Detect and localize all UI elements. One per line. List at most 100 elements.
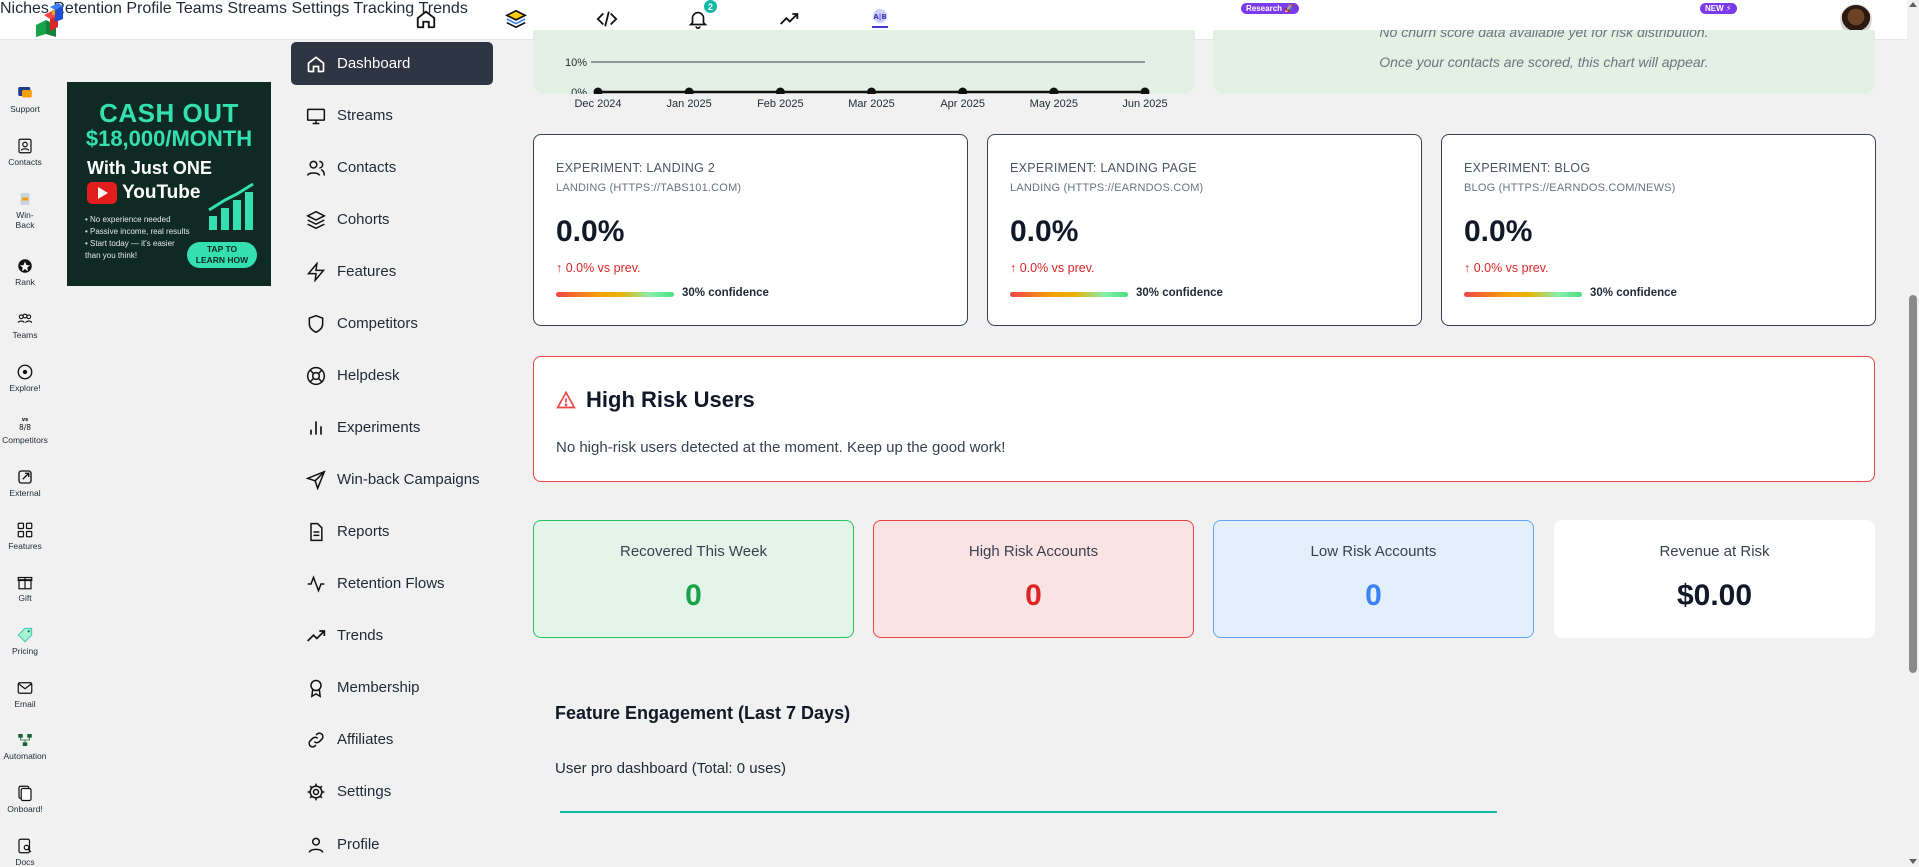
stat-low-risk-accounts: Low Risk Accounts 0 bbox=[1213, 520, 1534, 638]
file-icon bbox=[305, 521, 327, 543]
rail-competitors[interactable]: vs 8/8 Competitors bbox=[0, 415, 50, 445]
lifebuoy-icon bbox=[305, 365, 327, 387]
flow-icon bbox=[18, 734, 32, 746]
nav-helpdesk[interactable]: Helpdesk bbox=[291, 354, 493, 397]
nav-contacts[interactable]: Contacts bbox=[291, 146, 493, 189]
rail-features[interactable]: Features bbox=[0, 521, 50, 551]
nav-reports[interactable]: Reports bbox=[291, 510, 493, 553]
experiment-card[interactable]: EXPERIMENT: LANDING PAGE LANDING (HTTPS:… bbox=[987, 134, 1422, 326]
nav-competitors[interactable]: Competitors bbox=[291, 302, 493, 345]
x-tick-label: Feb 2025 bbox=[757, 98, 804, 110]
experiment-title: EXPERIMENT: LANDING PAGE bbox=[1010, 161, 1197, 175]
rail-external[interactable]: External bbox=[0, 468, 50, 498]
ab-test-icon[interactable]: A|B bbox=[867, 6, 893, 32]
svg-text:8/8: 8/8 bbox=[19, 423, 31, 432]
feature-engagement-subtitle: User pro dashboard (Total: 0 uses) bbox=[555, 760, 786, 777]
data-point bbox=[684, 87, 694, 94]
trend-icon[interactable] bbox=[776, 6, 802, 32]
nav-membership[interactable]: Membership bbox=[291, 666, 493, 709]
stat-recovered-this-week: Recovered This Week 0 bbox=[533, 520, 854, 638]
layers-icon[interactable] bbox=[503, 6, 529, 32]
stat-label: High Risk Accounts bbox=[968, 543, 1099, 560]
high-risk-message: No high-risk users detected at the momen… bbox=[556, 439, 1006, 456]
rail-contacts[interactable]: Contacts bbox=[0, 137, 50, 167]
nav-settings[interactable]: Settings bbox=[291, 0, 349, 17]
experiment-subtitle: LANDING (HTTPS://EARNDOS.COM) bbox=[1010, 182, 1204, 194]
youtube-brand: YouTube bbox=[87, 182, 200, 204]
rail-email[interactable]: Email bbox=[0, 679, 50, 709]
rail-docs[interactable]: Docs bbox=[0, 837, 50, 867]
rail-winback[interactable]: Win- Back bbox=[0, 190, 50, 230]
rail-gift[interactable]: Gift bbox=[0, 573, 50, 603]
nav-cohorts[interactable]: Cohorts bbox=[291, 198, 493, 241]
send-icon bbox=[305, 469, 327, 491]
confidence-bar bbox=[556, 292, 674, 297]
nav-trends[interactable]: Trends bbox=[291, 614, 493, 657]
rail-automation[interactable]: Automation bbox=[0, 731, 50, 761]
rail-explore[interactable]: Explore! bbox=[0, 363, 50, 393]
rail-onboard[interactable]: Onboard! bbox=[0, 784, 50, 814]
ad-bullets: • No experience needed • Passive income,… bbox=[85, 215, 190, 260]
nav-profile[interactable]: Profile bbox=[126, 0, 171, 17]
nav-tracking[interactable]: Tracking bbox=[353, 0, 414, 17]
monitor-icon bbox=[305, 105, 327, 127]
stat-revenue-at-risk: Revenue at Risk $0.00 bbox=[1554, 520, 1875, 638]
confidence-bar bbox=[1464, 292, 1582, 297]
bell-icon[interactable]: 2 bbox=[685, 0, 717, 32]
shield-icon bbox=[305, 313, 327, 335]
page-scrollbar[interactable] bbox=[1907, 0, 1919, 867]
x-tick-label: Dec 2024 bbox=[574, 98, 622, 110]
rail-pricing[interactable]: Pricing bbox=[0, 626, 50, 656]
new-badge: NEW ⚡ bbox=[1700, 3, 1737, 14]
x-tick-label: Jan 2025 bbox=[666, 98, 712, 110]
winback-icon bbox=[20, 193, 30, 205]
stat-value: 0 bbox=[685, 579, 702, 612]
warning-icon bbox=[556, 390, 576, 409]
data-point bbox=[593, 87, 603, 94]
gear-icon bbox=[305, 781, 327, 803]
risk-distribution-chart: No churn score data available yet for ri… bbox=[1213, 30, 1875, 94]
advertisement-banner[interactable]: CASH OUT $18,000/MONTH With Just ONE You… bbox=[67, 82, 271, 286]
code-icon[interactable] bbox=[594, 6, 620, 32]
nav-experiments[interactable]: Experiments bbox=[291, 406, 493, 449]
line-chart: 10% 0% bbox=[565, 57, 1150, 94]
rank-icon bbox=[18, 259, 32, 273]
nav-dashboard[interactable]: Dashboard bbox=[291, 42, 493, 85]
experiment-subtitle: LANDING (HTTPS://TABS101.COM) bbox=[556, 182, 742, 194]
experiment-card[interactable]: EXPERIMENT: BLOG BLOG (HTTPS://EARNDOS.C… bbox=[1441, 134, 1876, 326]
scrollbar-thumb[interactable] bbox=[1909, 295, 1917, 673]
nav-retention-flows[interactable]: Retention Flows bbox=[291, 562, 493, 605]
nav-teams[interactable]: Teams bbox=[176, 0, 223, 17]
youtube-play-icon bbox=[87, 182, 117, 204]
experiment-title: EXPERIMENT: LANDING 2 bbox=[556, 161, 716, 175]
feature-engagement-bar bbox=[560, 811, 1497, 813]
nav-affiliates[interactable]: Affiliates bbox=[291, 718, 493, 761]
explore-icon bbox=[17, 364, 33, 380]
y-tick-label: 0% bbox=[571, 87, 587, 94]
nav-profile[interactable]: Profile bbox=[291, 823, 493, 866]
left-rail: Support Contacts Win- Back Rank Teams Ex… bbox=[0, 40, 50, 867]
scroll-down-arrow-icon[interactable] bbox=[1909, 859, 1917, 864]
home-icon[interactable] bbox=[413, 6, 439, 32]
app-logo-icon[interactable] bbox=[32, 3, 66, 37]
churn-trend-chart: 10% 0% bbox=[533, 30, 1195, 94]
scroll-up-arrow-icon[interactable] bbox=[1909, 2, 1917, 7]
stat-label: Recovered This Week bbox=[619, 543, 767, 560]
rail-rank[interactable]: Rank bbox=[0, 257, 50, 287]
award-icon bbox=[305, 677, 327, 699]
ad-cta-button[interactable]: TAP TO LEARN HOW bbox=[187, 242, 257, 268]
nav-winback-campaigns[interactable]: Win-back Campaigns bbox=[291, 458, 493, 501]
nav-streams[interactable]: Streams bbox=[291, 94, 493, 137]
nav-settings[interactable]: Settings bbox=[291, 770, 493, 813]
teams-icon bbox=[17, 313, 33, 324]
x-tick-label: May 2025 bbox=[1029, 98, 1078, 110]
experiment-value: 0.0% bbox=[556, 215, 625, 248]
nav-features[interactable]: Features bbox=[291, 250, 493, 293]
rail-support[interactable]: Support bbox=[0, 84, 50, 114]
onboard-icon bbox=[18, 785, 32, 802]
nav-streams[interactable]: Streams bbox=[227, 0, 287, 17]
experiment-card[interactable]: EXPERIMENT: LANDING 2 LANDING (HTTPS://T… bbox=[533, 134, 968, 326]
ad-headline: CASH OUT bbox=[99, 98, 239, 128]
data-point bbox=[958, 87, 968, 94]
rail-teams[interactable]: Teams bbox=[0, 310, 50, 340]
